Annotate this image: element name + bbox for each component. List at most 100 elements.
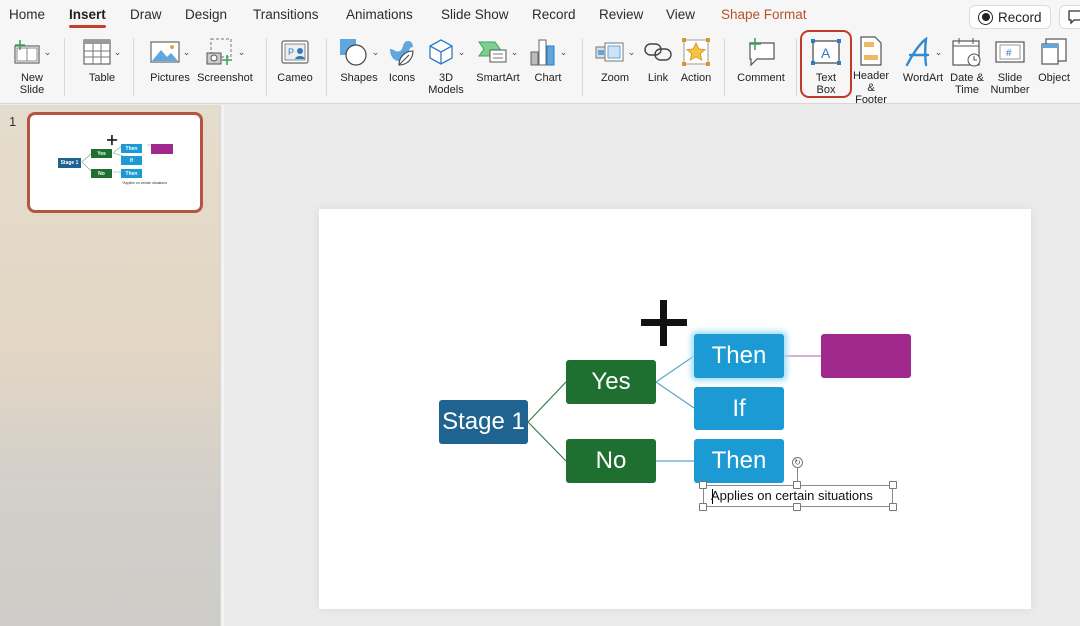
slide-number-button[interactable]: # Slide Number (988, 36, 1032, 102)
rotation-stem (797, 468, 798, 482)
link-button[interactable]: Link (643, 36, 673, 102)
link-icon (644, 43, 672, 61)
ribbon-divider (796, 38, 797, 96)
comment-button[interactable]: Comment (735, 36, 787, 102)
zoom-label: Zoom (600, 72, 630, 84)
zoom-button[interactable]: ⌄ Zoom (594, 36, 636, 102)
tab-view[interactable]: View (666, 7, 695, 22)
tab-transitions[interactable]: Transitions (253, 7, 319, 22)
ribbon-divider (326, 38, 327, 96)
ribbon-divider (266, 38, 267, 96)
header-footer-button[interactable]: Header & Footer (848, 36, 894, 106)
thumb-yes-node: Yes (91, 149, 112, 158)
wordart-button[interactable]: ⌄ WordArt (900, 36, 946, 102)
record-icon (978, 9, 993, 25)
slide-number-icon: # (995, 41, 1025, 63)
chevron-down-icon[interactable]: ⌄ (183, 47, 191, 58)
chevron-down-icon[interactable]: ⌄ (458, 47, 466, 58)
icons-button[interactable]: Icons (386, 36, 418, 102)
shapes-button[interactable]: ⌄ Shapes (337, 36, 381, 102)
date-time-button[interactable]: Date & Time (950, 36, 984, 102)
purple-box-node[interactable] (821, 334, 911, 378)
if-node[interactable]: If (694, 387, 784, 430)
slide-thumbnail-1[interactable]: Stage 1 Yes No Then If Then *Applies on … (27, 112, 203, 213)
insert-ribbon: ⌄ New Slide ⌄ Table ⌄ Pictures ⌄ Screens… (0, 32, 1080, 106)
pictures-label: Pictures (150, 72, 190, 84)
3d-models-button[interactable]: ⌄ 3D Models (423, 36, 469, 102)
panel-splitter[interactable] (220, 105, 224, 626)
chevron-down-icon[interactable]: ⌄ (560, 47, 568, 58)
record-button[interactable]: Record (969, 5, 1051, 29)
resize-handle-top-right[interactable] (889, 481, 897, 489)
wordart-label: WordArt (902, 72, 944, 84)
new-comment-icon (749, 38, 775, 67)
rotate-handle-icon[interactable]: ↻ (792, 457, 803, 468)
comments-button[interactable] (1059, 5, 1080, 29)
screenshot-button[interactable]: ⌄ Screenshot (196, 36, 254, 102)
thumb-then-node: Then (121, 169, 142, 178)
action-label: Action (680, 72, 712, 84)
icons-label: Icons (388, 72, 416, 84)
thumb-note: *Applies on certain situations (122, 181, 167, 185)
action-button[interactable]: Action (678, 36, 714, 102)
pictures-icon (150, 41, 180, 63)
chevron-down-icon[interactable]: ⌄ (372, 47, 380, 58)
connector-stage-no (527, 421, 567, 462)
object-button[interactable]: Object (1034, 36, 1074, 102)
bar-chart-icon (530, 39, 555, 66)
new-slide-icon (14, 40, 40, 64)
comment-bubble-icon (1068, 10, 1080, 25)
table-label: Table (88, 72, 116, 84)
tab-review[interactable]: Review (599, 7, 643, 22)
smartart-button[interactable]: ⌄ SmartArt (472, 36, 524, 102)
zoom-icon (595, 42, 624, 62)
screenshot-label: Screenshot (197, 72, 253, 84)
cameo-button[interactable]: P Cameo (274, 36, 316, 102)
tab-slide-show[interactable]: Slide Show (441, 7, 509, 22)
screenshot-icon (206, 38, 232, 65)
shapes-icon (339, 39, 367, 66)
tab-design[interactable]: Design (185, 7, 227, 22)
resize-handle-top[interactable] (793, 481, 801, 489)
text-box-highlight-annotation (800, 30, 852, 98)
tab-record[interactable]: Record (532, 7, 576, 22)
then-node-top[interactable]: Then (694, 334, 784, 378)
comment-label: Comment (737, 72, 785, 84)
tab-home[interactable]: Home (9, 7, 45, 22)
header-footer-icon (860, 36, 882, 66)
record-button-label: Record (998, 9, 1042, 25)
resize-handle-top-left[interactable] (699, 481, 707, 489)
stage-1-node[interactable]: Stage 1 (439, 400, 528, 444)
chevron-down-icon[interactable]: ⌄ (238, 47, 246, 58)
connector-yes-then (655, 355, 695, 383)
tab-animations[interactable]: Animations (346, 7, 413, 22)
no-node[interactable]: No (566, 439, 656, 483)
chart-button[interactable]: ⌄ Chart (526, 36, 570, 102)
pictures-button[interactable]: ⌄ Pictures (145, 36, 195, 102)
object-icon (1041, 38, 1067, 65)
resize-handle-bottom-left[interactable] (699, 503, 707, 511)
icons-icon (390, 41, 414, 66)
resize-handle-bottom[interactable] (793, 503, 801, 511)
cross-shape[interactable] (641, 300, 687, 346)
chevron-down-icon[interactable]: ⌄ (628, 47, 636, 58)
then-node-bottom[interactable]: Then (694, 439, 784, 483)
3d-models-label: 3D Models (428, 72, 464, 96)
new-slide-button[interactable]: ⌄ New Slide (10, 36, 54, 102)
tab-draw[interactable]: Draw (130, 7, 162, 22)
chevron-down-icon[interactable]: ⌄ (935, 47, 943, 58)
slide-canvas[interactable]: Stage 1 Yes No Then If Then ↻ Applies on… (319, 209, 1031, 609)
chevron-down-icon[interactable]: ⌄ (44, 47, 52, 58)
table-button[interactable]: ⌄ Table (78, 36, 126, 102)
action-star-icon (682, 38, 710, 66)
shapes-label: Shapes (340, 72, 378, 84)
chevron-down-icon[interactable]: ⌄ (114, 47, 122, 58)
chevron-down-icon[interactable]: ⌄ (511, 47, 519, 58)
text-box-content[interactable]: Applies on certain situations (711, 488, 873, 503)
resize-handle-bottom-right[interactable] (889, 503, 897, 511)
tab-shape-format[interactable]: Shape Format (721, 7, 807, 22)
yes-node[interactable]: Yes (566, 360, 656, 404)
tab-insert[interactable]: Insert (69, 7, 106, 28)
thumb-then-node: Then (121, 144, 142, 153)
ribbon-divider (582, 38, 583, 96)
